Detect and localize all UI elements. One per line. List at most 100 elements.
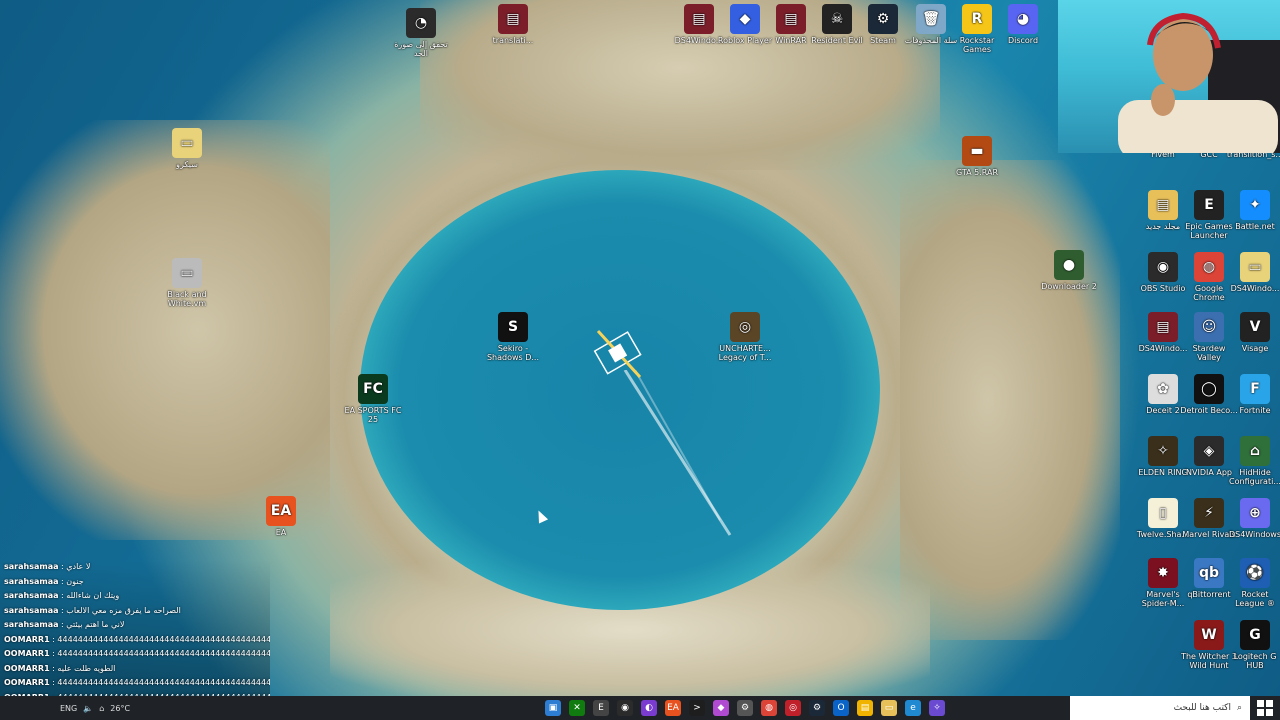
- reef-right: [900, 160, 1120, 640]
- icon-gta-icon: ▬: [962, 136, 992, 166]
- desktop-icon-label: GTA 5.RAR: [955, 168, 999, 177]
- chat-message: sarahsamaa : الصراحه ما يفرق مزه معي الا…: [0, 604, 270, 619]
- icon-twelve-icon: ▯: [1148, 498, 1178, 528]
- icon-discord-icon: ◕: [1008, 4, 1038, 34]
- taskbar-app5-icon[interactable]: ◐: [641, 700, 657, 716]
- icon-deceit-icon: ✿: [1148, 374, 1178, 404]
- chat-username: sarahsamaa: [4, 562, 59, 571]
- language-indicator[interactable]: ENG: [60, 704, 77, 713]
- chat-text: : الصراحه ما يفرق مزه معي الالعاب: [58, 605, 181, 615]
- icon-black-white-icon: ▭: [172, 258, 202, 288]
- icon-downloader[interactable]: ● Downloader 2: [1040, 250, 1098, 291]
- taskbar-settings-icon[interactable]: ⚙: [737, 700, 753, 716]
- taskbar: ENG 🔈 ⌂ 26°C ▣ ✕ E ◉ ◐ EA > ◆ ⚙ ◍ ◎ ⚙ O ▤ ▭ e ✧ اكتب هنا…: [0, 696, 1280, 720]
- desktop-icon-label: Visage: [1241, 344, 1269, 353]
- reef-left: [0, 120, 330, 540]
- chat-message: sarahsamaa : ويتك ان شاءالله: [0, 589, 270, 604]
- icon-logitech-icon: G: [1240, 620, 1270, 650]
- icon-obs-icon: ◉: [1148, 252, 1178, 282]
- icon-translation-icon: ▤: [498, 4, 528, 34]
- taskbar-xbox-icon[interactable]: ✕: [569, 700, 585, 716]
- chat-username: sarahsamaa: [4, 576, 59, 586]
- taskbar-explorer-icon[interactable]: ▣: [545, 700, 561, 716]
- icon-translation[interactable]: ▤ translati...: [484, 4, 542, 45]
- chat-username: sarahsamaa: [4, 620, 59, 629]
- icon-ds4windows-top-icon: ▤: [684, 4, 714, 34]
- taskbar-app11-icon[interactable]: ◎: [785, 700, 801, 716]
- chat-message: sarahsamaa : لاني ما اهتم بيئتي: [0, 618, 270, 633]
- desktop-icon-label: Rocket League ®: [1235, 590, 1275, 608]
- taskbar-terminal-icon[interactable]: >: [689, 700, 705, 716]
- taskbar-tray: ENG 🔈 ⌂ 26°C: [0, 704, 130, 713]
- icon-change-to-image[interactable]: ◔ تحقق إلى صورة الحد: [392, 8, 450, 58]
- taskbar-ea-icon[interactable]: EA: [665, 700, 681, 716]
- icon-black-white[interactable]: ▭ Black and White.vm: [158, 258, 216, 308]
- windows-start-icon[interactable]: [1257, 700, 1273, 716]
- icon-battlenet[interactable]: ✦ Battle.net: [1226, 190, 1280, 231]
- chat-message: OOMARR1 : 444444444444444444444444444444…: [0, 676, 270, 691]
- taskbar-steam-icon[interactable]: ⚙: [809, 700, 825, 716]
- icon-logitech[interactable]: G Logitech G HUB: [1226, 620, 1280, 670]
- icon-sekiro[interactable]: S Sekiro - Shadows D...: [484, 312, 542, 362]
- boat: [593, 329, 642, 379]
- chat-message: OOMARR1 : 444444444444444444444444444444…: [0, 633, 270, 648]
- icon-ea[interactable]: EA EA: [252, 496, 310, 537]
- icon-witcher-icon: W: [1194, 620, 1224, 650]
- icon-ds4windows-r3[interactable]: ⊕ DS4Windows: [1226, 498, 1280, 539]
- icon-qbittorrent-icon: qb: [1194, 558, 1224, 588]
- desktop-icon-label: DS4Windo...: [1230, 284, 1280, 293]
- icon-gta[interactable]: ▬ GTA 5.RAR: [948, 136, 1006, 177]
- icon-visage[interactable]: V Visage: [1226, 312, 1280, 353]
- taskbar-edge-icon[interactable]: e: [905, 700, 921, 716]
- taskbar-notes-icon[interactable]: ▤: [857, 700, 873, 716]
- desktop-icon-label: Logitech G HUB: [1233, 652, 1277, 670]
- chat-message: OOMARR1 : 444444444444444444444444444444…: [0, 647, 270, 662]
- icon-detroit-icon: ◯: [1194, 374, 1224, 404]
- icon-ds4windows-r2-icon: ▤: [1148, 312, 1178, 342]
- chat-username: OOMARR1: [4, 663, 50, 673]
- icon-discord[interactable]: ◕ Discord: [994, 4, 1052, 45]
- icon-roblox-icon: ◆: [730, 4, 760, 34]
- icon-hidhide-icon: ⌂: [1240, 436, 1270, 466]
- icon-sekiro-icon: S: [498, 312, 528, 342]
- speaker-icon[interactable]: 🔈: [83, 704, 93, 713]
- icon-folder-sikro-icon: ▭: [172, 128, 202, 158]
- taskbar-chrome-icon[interactable]: ◍: [761, 700, 777, 716]
- icon-rocket-league[interactable]: ⚽ Rocket League ®: [1226, 558, 1280, 608]
- taskbar-app8-icon[interactable]: ◆: [713, 700, 729, 716]
- weather-temp[interactable]: 26°C: [110, 704, 130, 713]
- chat-text: : 44444444444444444444444444444444444444…: [52, 678, 270, 687]
- icon-marvel-rivals-icon: ⚡: [1194, 498, 1224, 528]
- chat-text: : 44444444444444444444444444444444444444…: [52, 649, 270, 658]
- icon-hidhide[interactable]: ⌂ HidHide Configurati...: [1226, 436, 1280, 486]
- taskbar-copilot-icon[interactable]: ✧: [929, 700, 945, 716]
- desktop-icon-label: Discord: [1007, 36, 1039, 45]
- icon-ds4windows-r3-icon: ⊕: [1240, 498, 1270, 528]
- desktop-icon-label: Downloader 2: [1041, 282, 1097, 291]
- icon-fortnite[interactable]: F Fortnite: [1226, 374, 1280, 415]
- streamer-figure: [1118, 12, 1280, 153]
- taskbar-pinned-apps: ▣ ✕ E ◉ ◐ EA > ◆ ⚙ ◍ ◎ ⚙ O ▤ ▭ e ✧: [545, 696, 945, 720]
- icon-fortnite-icon: F: [1240, 374, 1270, 404]
- taskbar-folder-icon[interactable]: ▭: [881, 700, 897, 716]
- network-icon[interactable]: ⌂: [99, 704, 104, 713]
- chat-text: : لا عادي: [58, 562, 91, 571]
- icon-ds4windows-r1[interactable]: ▭ DS4Windo...: [1226, 252, 1280, 293]
- icon-change-to-image-icon: ◔: [406, 8, 436, 38]
- icon-resident-evil-icon: ☠: [822, 4, 852, 34]
- taskbar-outlook-icon[interactable]: O: [833, 700, 849, 716]
- icon-ea-fc25-icon: FC: [358, 374, 388, 404]
- icon-folder-sikro[interactable]: ▭ سيكرو: [158, 128, 216, 169]
- icon-uncharted[interactable]: ◎ UNCHARTE... Legacy of T...: [716, 312, 774, 362]
- icon-ea-fc25[interactable]: FC EA SPORTS FC 25: [344, 374, 402, 424]
- desktop-icon-label: Sekiro - Shadows D...: [486, 344, 540, 362]
- desktop-icon-label: EA SPORTS FC 25: [344, 406, 402, 424]
- icon-ds4windows-r1-icon: ▭: [1240, 252, 1270, 282]
- icon-stardew-icon: ☺: [1194, 312, 1224, 342]
- search-icon: ⌕: [1236, 703, 1242, 713]
- taskbar-epic-icon[interactable]: E: [593, 700, 609, 716]
- taskbar-obs-icon[interactable]: ◉: [617, 700, 633, 716]
- icon-spiderman-icon: ✸: [1148, 558, 1178, 588]
- icon-ea-icon: EA: [266, 496, 296, 526]
- taskbar-search-box[interactable]: اكتب هنا للبحث ⌕: [1070, 696, 1250, 720]
